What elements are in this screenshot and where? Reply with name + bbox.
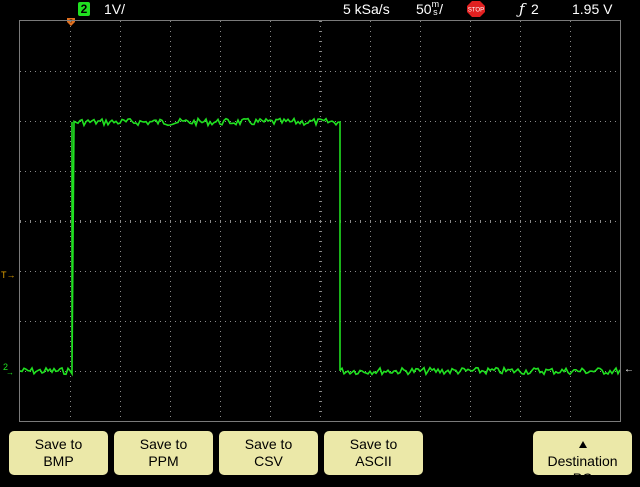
softkey-label: Save to	[244, 436, 293, 452]
time-per-div-unit: ms	[431, 0, 440, 17]
save-to-ppm-button[interactable]: Save to PPM	[114, 431, 213, 475]
volts-per-div: 1V/	[104, 1, 126, 17]
softkey-value: CSV	[254, 453, 283, 469]
softkey-value: PPM	[148, 453, 179, 469]
graticule	[20, 21, 616, 417]
softkey-label: Save to	[139, 436, 188, 452]
sample-rate: 5 kSa/s	[343, 1, 390, 17]
softkey-value: ASCII	[355, 453, 392, 469]
destination-button[interactable]: Destination PC	[533, 431, 632, 486]
softkey-bar: Save to BMP Save to PPM Save to CSV Save…	[0, 424, 640, 486]
destination-label-row: Destination	[533, 436, 632, 470]
status-bar: 2 1V/ 5 kSa/s 50 m s / STOP ƒ 2 1.95 V	[0, 0, 640, 18]
graticule-and-trace	[20, 21, 620, 417]
waveform-display[interactable]	[19, 20, 621, 422]
softkey-label: Destination	[547, 453, 618, 469]
save-to-ascii-button[interactable]: Save to ASCII	[324, 431, 423, 475]
softkey-label: Save to	[349, 436, 398, 452]
time-per-div: 50 m s /	[416, 0, 443, 18]
svg-text:STOP: STOP	[468, 8, 484, 14]
softkey-value: PC	[572, 470, 593, 486]
stop-icon: STOP	[467, 1, 485, 17]
channel-2-arrow-icon: →	[6, 368, 14, 377]
trigger-source: 2	[531, 1, 539, 17]
save-to-bmp-button[interactable]: Save to BMP	[9, 431, 108, 475]
time-per-div-value: 50	[416, 1, 432, 17]
channel-badge: 2	[78, 2, 90, 16]
triangle-up-icon	[578, 441, 587, 448]
trigger-level-arrow: ←	[624, 364, 634, 375]
time-per-div-suffix: /	[439, 1, 443, 17]
softkey-label: Save to	[34, 436, 83, 452]
softkey-value: BMP	[43, 453, 74, 469]
save-to-csv-button[interactable]: Save to CSV	[219, 431, 318, 475]
trigger-level: 1.95 V	[572, 1, 613, 17]
trigger-time-marker: T→	[1, 270, 16, 280]
trigger-edge-icon: ƒ	[519, 0, 525, 18]
